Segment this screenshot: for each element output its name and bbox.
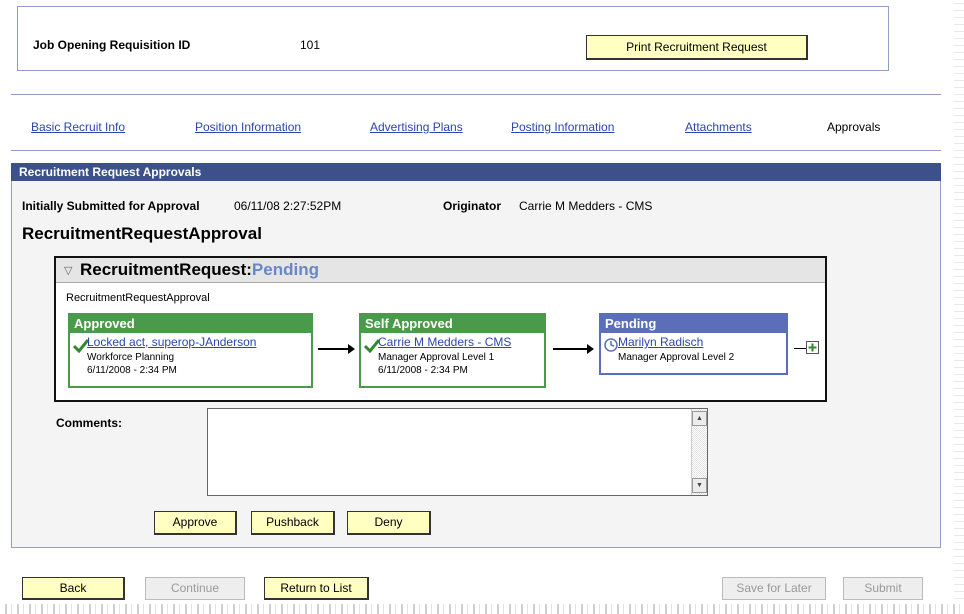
approval-step-self-approved: Self Approved Carrie M Medders - CMS Man… — [359, 313, 546, 388]
flow-arrow-icon — [318, 344, 355, 354]
originator-label: Originator — [443, 199, 502, 213]
flow-arrow-icon — [553, 344, 594, 354]
connector-line — [794, 348, 806, 349]
tab-position-information[interactable]: Position Information — [195, 120, 301, 134]
continue-button[interactable]: Continue — [145, 577, 245, 600]
step-status: Approved — [70, 315, 311, 333]
requisition-id-label: Job Opening Requisition ID — [33, 38, 191, 52]
collapse-triangle-icon[interactable]: ▽ — [64, 264, 72, 277]
tab-posting-information[interactable]: Posting Information — [511, 120, 614, 134]
approve-button[interactable]: Approve — [154, 511, 237, 535]
deny-button[interactable]: Deny — [347, 511, 431, 535]
section-header: Recruitment Request Approvals — [11, 163, 941, 181]
back-button[interactable]: Back — [22, 577, 125, 600]
step-approver-link[interactable]: Locked act, superop-JAnderson — [87, 335, 256, 349]
tab-basic-recruit-info[interactable]: Basic Recruit Info — [31, 120, 125, 134]
return-to-list-button[interactable]: Return to List — [264, 577, 369, 600]
divider — [11, 150, 941, 151]
divider — [11, 94, 941, 95]
requisition-id-value: 101 — [300, 38, 321, 52]
approval-flow-subtitle: RecruitmentRequestApproval — [66, 292, 210, 304]
add-approver-plus-icon[interactable] — [806, 341, 819, 354]
flow-title-status: Pending — [251, 260, 319, 279]
step-approver-link[interactable]: Carrie M Medders - CMS — [378, 335, 511, 349]
print-recruitment-request-button[interactable]: Print Recruitment Request — [586, 35, 808, 60]
pushback-button[interactable]: Pushback — [251, 511, 335, 535]
step-role: Manager Approval Level 1 — [378, 352, 495, 363]
flow-title-prefix: RecruitmentRequest: — [80, 260, 252, 279]
clock-icon — [604, 338, 618, 355]
page-edge-bottom — [0, 604, 964, 614]
save-for-later-button[interactable]: Save for Later — [722, 577, 826, 600]
step-status: Self Approved — [361, 315, 544, 333]
scroll-down-icon[interactable]: ▼ — [692, 478, 707, 493]
submit-button[interactable]: Submit — [843, 577, 923, 600]
step-role: Manager Approval Level 2 — [618, 352, 735, 363]
tab-attachments[interactable]: Attachments — [685, 120, 752, 134]
step-status: Pending — [601, 315, 786, 333]
approval-flow-title: RecruitmentRequest:Pending — [80, 260, 319, 280]
workflow-name: RecruitmentRequestApproval — [22, 224, 262, 243]
step-approver-link[interactable]: Marilyn Radisch — [618, 335, 703, 349]
tab-advertising-plans[interactable]: Advertising Plans — [370, 120, 463, 134]
step-role: Workforce Planning — [87, 352, 175, 363]
comments-textarea[interactable]: ▲ ▼ — [207, 408, 708, 496]
tab-approvals: Approvals — [827, 120, 881, 134]
originator-value: Carrie M Medders - CMS — [519, 199, 653, 213]
comments-scrollbar[interactable]: ▲ ▼ — [691, 409, 707, 495]
approval-step-pending: Pending Marilyn Radisch Manager Approval… — [599, 313, 788, 375]
approval-step-approved: Approved Locked act, superop-JAnderson W… — [68, 313, 313, 388]
scroll-up-icon[interactable]: ▲ — [692, 411, 707, 426]
comments-label: Comments: — [56, 416, 123, 430]
submitted-label: Initially Submitted for Approval — [22, 199, 200, 213]
submitted-value: 06/11/08 2:27:52PM — [234, 199, 342, 213]
step-time: 6/11/2008 - 2:34 PM — [87, 365, 177, 376]
page-edge — [954, 0, 964, 614]
step-time: 6/11/2008 - 2:34 PM — [378, 365, 468, 376]
